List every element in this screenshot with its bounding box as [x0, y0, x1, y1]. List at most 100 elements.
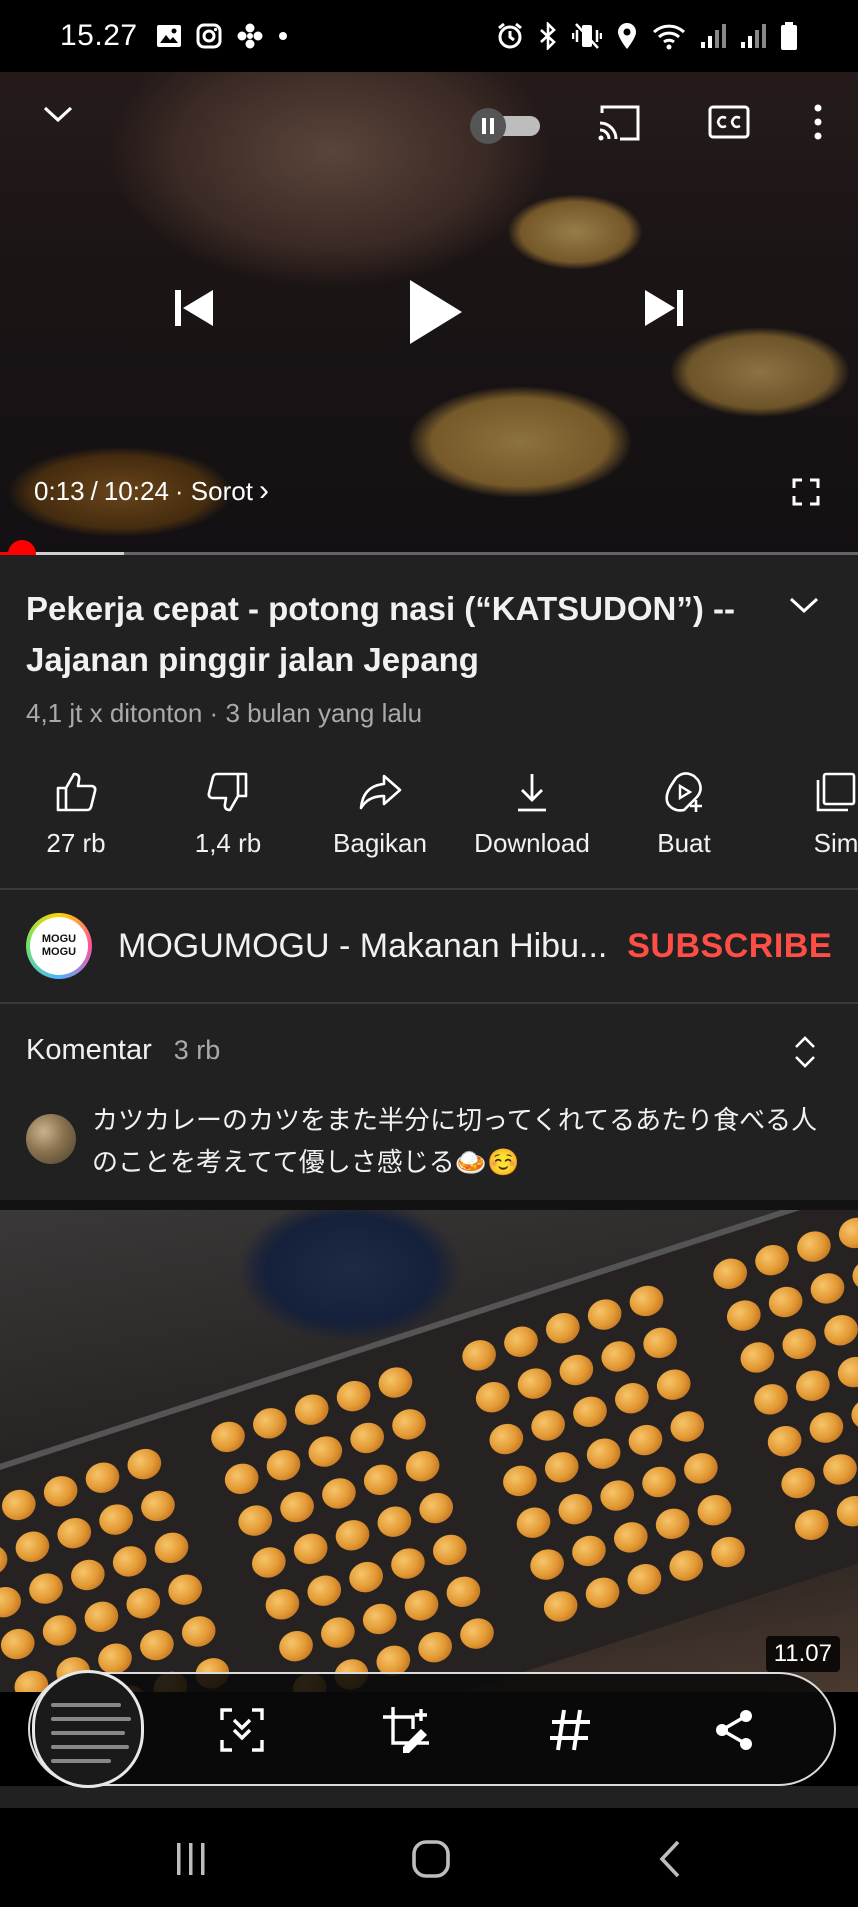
vibrate-icon — [572, 23, 602, 49]
subscribe-button[interactable]: SUBSCRIBE — [627, 927, 832, 966]
takoyaki-ball — [581, 1573, 624, 1613]
scroll-capture-button[interactable] — [214, 1702, 270, 1758]
next-icon — [645, 290, 683, 326]
takoyaki-ball — [709, 1254, 752, 1294]
hashtag-icon — [550, 1709, 590, 1751]
takoyaki-ball — [207, 1417, 249, 1457]
next-video-button[interactable] — [638, 282, 690, 334]
wifi-icon — [652, 24, 686, 50]
next-video-thumbnail[interactable]: 11.07 — [0, 1210, 858, 1692]
chevron-down-icon — [43, 106, 73, 123]
section-gap — [0, 1200, 858, 1210]
chapter-chevron-icon[interactable]: › — [259, 474, 269, 508]
video-player[interactable]: 0:13 / 10:24 · Sorot › — [0, 72, 858, 555]
scroll-capture-icon — [220, 1708, 264, 1752]
takoyaki-ball — [303, 1571, 346, 1611]
takoyaki-ball — [415, 1488, 458, 1528]
fullscreen-button[interactable] — [790, 476, 822, 508]
share-icon — [716, 1710, 752, 1750]
home-button[interactable] — [406, 1834, 456, 1884]
takoyaki-ball — [680, 1448, 722, 1488]
screenshot-preview[interactable] — [32, 1670, 144, 1788]
takoyaki-ball — [651, 1504, 694, 1544]
takoyaki-ball — [820, 1310, 858, 1350]
takoyaki-ball — [275, 1626, 317, 1666]
status-time: 15.27 — [60, 19, 138, 52]
takoyaki-ball — [123, 1444, 166, 1484]
takoyaki-ball — [763, 1421, 806, 1461]
takoyaki-ball — [80, 1597, 123, 1637]
more-options-button[interactable] — [800, 98, 836, 146]
takoyaki-ball — [67, 1555, 109, 1595]
takoyaki-ball — [555, 1350, 598, 1390]
takoyaki-ball — [540, 1447, 583, 1487]
takoyaki-ball — [261, 1584, 304, 1624]
takoyaki-ball — [834, 1213, 858, 1253]
takoyaki-ball — [39, 1471, 82, 1511]
takoyaki-ball — [401, 1446, 444, 1486]
preview-line — [51, 1717, 131, 1721]
takoyaki-ball — [150, 1528, 193, 1568]
takoyaki-ball — [750, 1379, 792, 1419]
back-button[interactable] — [646, 1834, 696, 1884]
takoyaki-ball — [764, 1282, 807, 1322]
action-bar: 27 rb 1,4 rb Bagikan Download Buat Sim — [0, 770, 858, 880]
preview-line — [51, 1731, 125, 1735]
takoyaki-ball — [164, 1570, 206, 1610]
signal-icon — [741, 24, 766, 48]
download-button[interactable]: Download — [456, 770, 608, 880]
takoyaki-ball — [387, 1543, 429, 1584]
create-icon — [665, 772, 702, 812]
takoyaki-ball — [53, 1513, 96, 1553]
takoyaki-ball — [0, 1582, 25, 1622]
takoyaki-ball — [582, 1434, 625, 1474]
previous-video-button[interactable] — [168, 282, 220, 334]
like-icon — [56, 772, 97, 812]
channel-row[interactable]: MOGU MOGU MOGUMOGU - Makanan Hibu... SUB… — [0, 890, 858, 1002]
more-icon — [814, 104, 822, 140]
takoyaki-ball — [332, 1376, 375, 1416]
comments-count: 3 rb — [173, 1035, 221, 1065]
save-button[interactable]: Sim — [760, 770, 858, 880]
takoyaki-ball — [790, 1505, 833, 1545]
crop-edit-button[interactable] — [378, 1702, 434, 1758]
takoyaki-ball — [652, 1365, 695, 1405]
takoyaki-ball — [512, 1503, 555, 1543]
takoyaki-ball — [527, 1405, 569, 1445]
crop-edit-icon — [383, 1707, 429, 1753]
takoyaki-ball — [623, 1559, 666, 1599]
chevron-down-icon — [789, 597, 819, 614]
recent-apps-icon — [177, 1843, 205, 1875]
channel-name[interactable]: MOGUMOGU - Makanan Hibu... — [118, 927, 618, 966]
expand-description-button[interactable] — [788, 595, 824, 631]
minimize-player-button[interactable] — [36, 92, 80, 136]
takoyaki-ball — [400, 1585, 443, 1625]
takoyaki-ball — [234, 1501, 277, 1541]
comments-section[interactable]: Komentar 3 rb カツカレーのカツをまた半分に切ってくれてるあたり食べ… — [0, 1004, 858, 1200]
channel-avatar[interactable]: MOGU MOGU — [26, 913, 92, 979]
takoyaki-ball — [11, 1527, 54, 1567]
fullscreen-icon — [792, 478, 820, 506]
takoyaki-ball — [289, 1529, 332, 1569]
share-button[interactable]: Bagikan — [304, 770, 456, 880]
recent-apps-button[interactable] — [166, 1834, 216, 1884]
play-button[interactable] — [398, 272, 472, 352]
cc-icon — [708, 105, 750, 139]
video-info-panel: Pekerja cepat - potong nasi (“KATSUDON”)… — [0, 555, 858, 1200]
takoyaki-ball — [220, 1459, 263, 1499]
takoyaki-ball — [358, 1599, 401, 1639]
hashtag-button[interactable] — [542, 1702, 598, 1758]
comments-expand-button[interactable] — [790, 1034, 824, 1074]
takoyaki-ball — [485, 1419, 528, 1459]
chapter-link[interactable]: · Sorot — [175, 476, 253, 507]
create-button[interactable]: Buat — [608, 770, 760, 880]
like-button[interactable]: 27 rb — [0, 770, 152, 880]
home-icon — [412, 1840, 450, 1878]
dislike-button[interactable]: 1,4 rb — [152, 770, 304, 880]
status-left-icons — [156, 22, 288, 50]
cast-button[interactable] — [596, 100, 642, 146]
video-title[interactable]: Pekerja cepat - potong nasi (“KATSUDON”)… — [26, 583, 746, 685]
screenshot-share-button[interactable] — [706, 1702, 762, 1758]
autoplay-toggle[interactable] — [470, 108, 544, 144]
captions-button[interactable] — [708, 102, 750, 142]
